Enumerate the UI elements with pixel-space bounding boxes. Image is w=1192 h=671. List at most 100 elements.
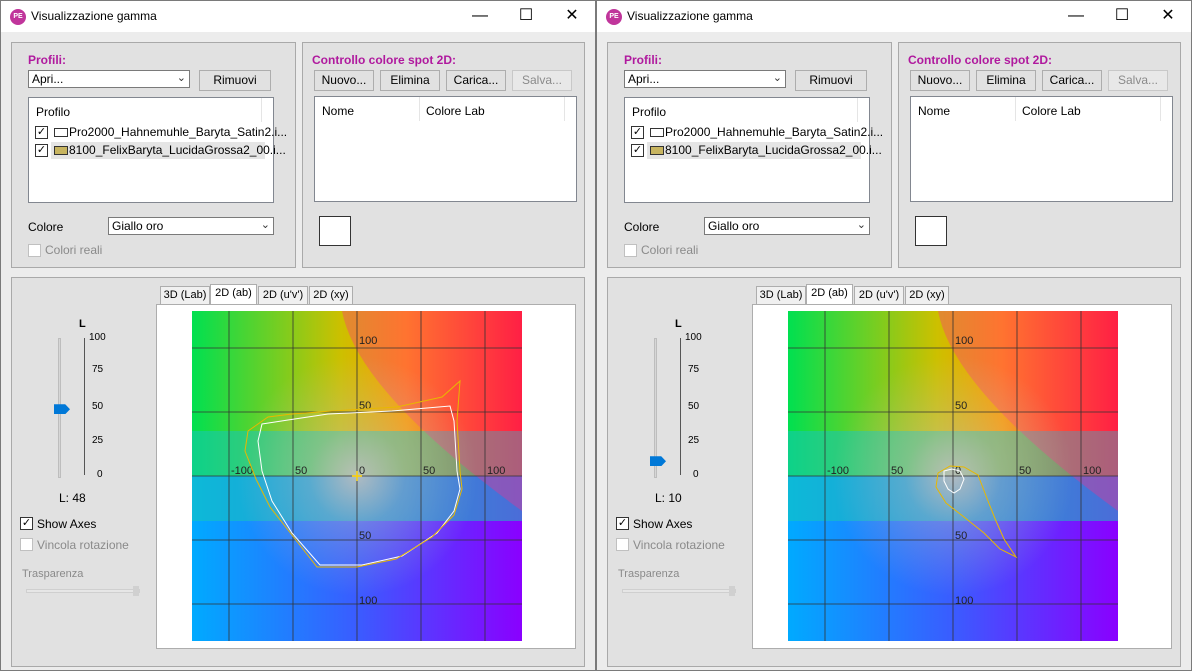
new-spot-button[interactable]: Nuovo... bbox=[910, 70, 970, 91]
name-column-header: Nome bbox=[918, 104, 951, 118]
save-spot-button[interactable]: Salva... bbox=[1108, 70, 1168, 91]
app-icon: PE bbox=[606, 9, 622, 25]
l-tick-75: 75 bbox=[92, 364, 104, 375]
spot-color-sample bbox=[915, 216, 947, 246]
plot-area[interactable]: 100 50 -100 50 0 50 100 50 100 bbox=[752, 304, 1172, 649]
spot-color-list[interactable]: Nome Colore Lab bbox=[314, 96, 577, 202]
spot-color-title: Controllo colore spot 2D: bbox=[312, 53, 456, 67]
profile-row-1-checkbox[interactable]: ✓ bbox=[631, 126, 644, 139]
real-colors-checkbox[interactable] bbox=[624, 244, 637, 257]
tab-2d-uv[interactable]: 2D (u'v') bbox=[854, 286, 904, 304]
tab-2d-ab[interactable]: 2D (ab) bbox=[210, 284, 257, 304]
open-profile-combo[interactable]: Apri... ⌄ bbox=[624, 70, 786, 88]
delete-spot-button[interactable]: Elimina bbox=[976, 70, 1036, 91]
profile-row-1-checkbox[interactable]: ✓ bbox=[35, 126, 48, 139]
transparency-slider-thumb[interactable] bbox=[133, 586, 139, 596]
close-button[interactable]: ✕ bbox=[549, 1, 595, 32]
profile-row-1-name[interactable]: Pro2000_Hahnemuhle_Baryta_Satin2.i... bbox=[665, 125, 883, 139]
axis-label-right-50: 50 bbox=[1019, 465, 1031, 477]
axis-label-left-100: -100 bbox=[827, 465, 849, 477]
profile-row-2-name[interactable]: 8100_FelixBaryta_LucidaGrossa2_00.i... bbox=[665, 143, 882, 157]
real-colors-checkbox[interactable] bbox=[28, 244, 41, 257]
spot-color-list[interactable]: Nome Colore Lab bbox=[910, 96, 1173, 202]
tab-2d-ab[interactable]: 2D (ab) bbox=[806, 284, 853, 304]
profile-row-1-swatch bbox=[54, 128, 68, 137]
tab-2d-xy[interactable]: 2D (xy) bbox=[905, 286, 949, 304]
delete-spot-button[interactable]: Elimina bbox=[380, 70, 440, 91]
gamut-window-left: PE Visualizzazione gamma — ☐ ✕ Profili: … bbox=[0, 0, 596, 671]
show-axes-label: Show Axes bbox=[633, 517, 693, 531]
l-tick-100: 100 bbox=[685, 332, 702, 343]
remove-button[interactable]: Rimuovi bbox=[795, 70, 867, 91]
show-axes-checkbox[interactable]: ✓ bbox=[616, 517, 629, 530]
profile-column-header: Profilo bbox=[36, 105, 71, 119]
constrain-rotation-checkbox[interactable] bbox=[20, 538, 33, 551]
maximize-button[interactable]: ☐ bbox=[503, 1, 549, 32]
spot-color-title: Controllo colore spot 2D: bbox=[908, 53, 1052, 67]
remove-button[interactable]: Rimuovi bbox=[199, 70, 271, 91]
open-profile-combo[interactable]: Apri... ⌄ bbox=[28, 70, 190, 88]
profiles-list[interactable]: Profilo ✓ Pro2000_Hahnemuhle_Baryta_Sati… bbox=[624, 97, 883, 203]
chevron-down-icon: ⌄ bbox=[260, 219, 270, 231]
axis-label-top-100: 100 bbox=[955, 335, 973, 347]
tab-2d-uv[interactable]: 2D (u'v') bbox=[258, 286, 308, 304]
maximize-button[interactable]: ☐ bbox=[1099, 1, 1145, 32]
l-slider-thumb[interactable] bbox=[650, 456, 666, 467]
real-colors-label: Colori reali bbox=[45, 243, 103, 257]
save-spot-button[interactable]: Salva... bbox=[512, 70, 572, 91]
profile-row-2-name[interactable]: 8100_FelixBaryta_LucidaGrossa2_00.i... bbox=[69, 143, 286, 157]
color-label: Colore bbox=[28, 220, 64, 234]
l-tick-25: 25 bbox=[92, 435, 104, 446]
chevron-down-icon: ⌄ bbox=[772, 72, 782, 84]
profile-row-1-name[interactable]: Pro2000_Hahnemuhle_Baryta_Satin2.i... bbox=[69, 125, 287, 139]
ab-gamut-plot: 100 50 -100 50 0 50 100 50 100 bbox=[192, 311, 522, 641]
l-slider-thumb[interactable] bbox=[54, 404, 70, 415]
plot-area[interactable]: 100 50 -100 50 0 50 100 50 100 bbox=[156, 304, 576, 649]
color-combo[interactable]: Giallo oro ⌄ bbox=[704, 217, 870, 235]
transparency-label: Trasparenza bbox=[618, 568, 680, 580]
window-title: Visualizzazione gamma bbox=[31, 9, 157, 23]
close-button[interactable]: ✕ bbox=[1145, 1, 1191, 32]
axis-label-right-50: 50 bbox=[423, 465, 435, 477]
profile-row-2-checkbox[interactable]: ✓ bbox=[35, 144, 48, 157]
tab-2d-xy[interactable]: 2D (xy) bbox=[309, 286, 353, 304]
open-profile-value: Apri... bbox=[628, 72, 660, 86]
show-axes-label: Show Axes bbox=[37, 517, 97, 531]
minimize-button[interactable]: — bbox=[1053, 1, 1099, 32]
chevron-down-icon: ⌄ bbox=[856, 219, 866, 231]
real-colors-label: Colori reali bbox=[641, 243, 699, 257]
l-axis-label: L bbox=[79, 318, 86, 330]
tab-3d-lab[interactable]: 3D (Lab) bbox=[160, 286, 210, 304]
tab-3d-lab[interactable]: 3D (Lab) bbox=[756, 286, 806, 304]
chevron-down-icon: ⌄ bbox=[176, 72, 186, 84]
constrain-rotation-checkbox[interactable] bbox=[616, 538, 629, 551]
l-tick-0: 0 bbox=[693, 469, 699, 480]
l-tick-100: 100 bbox=[89, 332, 106, 343]
profile-row-1-swatch bbox=[650, 128, 664, 137]
title-bar[interactable]: PE Visualizzazione gamma — ☐ ✕ bbox=[1, 1, 595, 32]
color-combo[interactable]: Giallo oro ⌄ bbox=[108, 217, 274, 235]
constrain-rotation-label: Vincola rotazione bbox=[37, 538, 129, 552]
spot-color-panel: Controllo colore spot 2D: Nuovo... Elimi… bbox=[898, 42, 1181, 268]
transparency-slider[interactable] bbox=[622, 589, 736, 593]
title-bar[interactable]: PE Visualizzazione gamma — ☐ ✕ bbox=[597, 1, 1191, 32]
minimize-button[interactable]: — bbox=[457, 1, 503, 32]
color-label: Colore bbox=[624, 220, 660, 234]
new-spot-button[interactable]: Nuovo... bbox=[314, 70, 374, 91]
axis-label-left-50: 50 bbox=[891, 465, 903, 477]
transparency-slider[interactable] bbox=[26, 589, 140, 593]
axis-label-top-50: 50 bbox=[359, 400, 371, 412]
profiles-list[interactable]: Profilo ✓ Pro2000_Hahnemuhle_Baryta_Sati… bbox=[28, 97, 287, 203]
color-combo-value: Giallo oro bbox=[112, 219, 164, 233]
l-tick-25: 25 bbox=[688, 435, 700, 446]
ab-gamut-plot: 100 50 -100 50 0 50 100 50 100 bbox=[788, 311, 1118, 641]
view-tabs: 3D (Lab) 2D (ab) 2D (u'v') 2D (xy) bbox=[756, 284, 956, 306]
gamut-view-panel: L 100 75 50 25 0 L: 48 ✓ Show Axes Vinco… bbox=[11, 277, 585, 667]
profile-row-2-checkbox[interactable]: ✓ bbox=[631, 144, 644, 157]
load-spot-button[interactable]: Carica... bbox=[1042, 70, 1102, 91]
view-tabs: 3D (Lab) 2D (ab) 2D (u'v') 2D (xy) bbox=[160, 284, 360, 306]
transparency-slider-thumb[interactable] bbox=[729, 586, 735, 596]
load-spot-button[interactable]: Carica... bbox=[446, 70, 506, 91]
spot-color-panel: Controllo colore spot 2D: Nuovo... Elimi… bbox=[302, 42, 585, 268]
show-axes-checkbox[interactable]: ✓ bbox=[20, 517, 33, 530]
